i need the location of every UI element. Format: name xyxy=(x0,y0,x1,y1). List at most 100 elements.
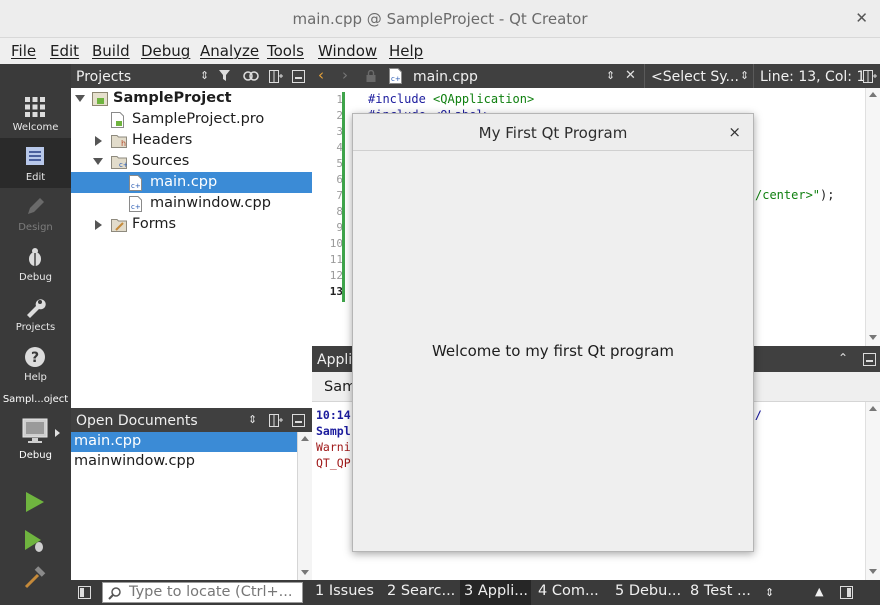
window-titlebar: main.cpp @ SampleProject - Qt Creator ✕ xyxy=(0,0,880,38)
application-output-tab[interactable]: 3 Appli... xyxy=(464,583,528,599)
close-pane-icon[interactable] xyxy=(863,353,876,366)
search-icon xyxy=(108,587,121,600)
run-button[interactable] xyxy=(23,490,47,518)
open-documents-list: main.cpp mainwindow.cpp xyxy=(71,432,312,580)
collapse-arrow-icon[interactable] xyxy=(93,158,103,165)
mode-edit[interactable]: Edit xyxy=(0,138,71,188)
status-bar: Type to locate (Ctrl+... 1 Issues 2 Sear… xyxy=(71,580,880,605)
dialog-close-button[interactable]: × xyxy=(728,123,741,141)
menu-debug[interactable]: Debug xyxy=(141,42,190,60)
menu-build[interactable]: Build xyxy=(92,42,130,60)
split-icon[interactable] xyxy=(269,414,283,427)
tree-item-mainwindow-cpp[interactable]: c+ mainwindow.cpp xyxy=(71,193,312,214)
symbol-select-arrows-icon[interactable]: ⇕ xyxy=(740,69,749,82)
tree-item-main-cpp[interactable]: c+ main.cpp xyxy=(71,172,312,193)
expand-arrow-icon[interactable] xyxy=(95,136,102,146)
kit-expand-icon xyxy=(55,429,60,437)
debugger-console-tab[interactable]: 5 Debu... xyxy=(615,583,681,599)
tree-item-label: Forms xyxy=(132,216,177,232)
scroll-up-icon[interactable] xyxy=(869,406,877,411)
issues-tab[interactable]: 1 Issues xyxy=(315,583,374,599)
grid-icon xyxy=(25,97,45,117)
output-scrollbar[interactable] xyxy=(865,402,880,580)
view-select-icon[interactable]: ⇕ xyxy=(248,413,257,426)
code-line-7-tail: /center>"); xyxy=(755,188,834,202)
window-close-button[interactable]: ✕ xyxy=(855,9,868,27)
menu-file[interactable]: File xyxy=(11,42,36,60)
svg-text:h: h xyxy=(121,139,126,148)
tree-item-label: Headers xyxy=(132,132,193,148)
cursor-position[interactable]: Line: 13, Col: 1 xyxy=(760,69,865,85)
open-doc-item[interactable]: main.cpp xyxy=(71,432,297,452)
more-tabs-icon[interactable]: ⇕ xyxy=(765,586,774,599)
kit-config-label: Debug xyxy=(19,450,52,461)
tree-item-forms[interactable]: Forms xyxy=(71,214,312,235)
mode-help[interactable]: ? Help xyxy=(0,338,71,388)
mode-design[interactable]: Design xyxy=(0,188,71,238)
pencil-icon xyxy=(28,198,44,214)
scroll-up-icon[interactable] xyxy=(869,92,877,97)
tree-item-label: SampleProject.pro xyxy=(132,111,265,127)
statement-end: ); xyxy=(820,188,835,202)
maximize-pane-icon[interactable]: ⌃ xyxy=(838,351,848,365)
scroll-down-icon[interactable] xyxy=(869,335,877,340)
toggle-output-icon[interactable] xyxy=(840,586,853,599)
forward-icon[interactable]: › xyxy=(342,66,348,84)
mode-welcome[interactable]: Welcome xyxy=(0,88,71,138)
menu-tools[interactable]: Tools xyxy=(267,42,304,60)
file-select-icon[interactable]: ⇕ xyxy=(606,69,615,82)
scrollbar[interactable] xyxy=(297,432,312,580)
menu-window[interactable]: Window xyxy=(318,42,377,60)
close-pane-icon[interactable] xyxy=(292,70,305,83)
tree-item-pro-file[interactable]: SampleProject.pro xyxy=(71,109,312,130)
editor-toolbar: ‹ › c+ main.cpp ⇕ ✕ <Select Sy... ⇕ Line… xyxy=(312,64,880,88)
tree-item-sources[interactable]: c+ Sources xyxy=(71,151,312,172)
editor-scrollbar[interactable] xyxy=(865,88,880,346)
debug-run-button[interactable] xyxy=(23,528,47,558)
dialog-titlebar[interactable]: My First Qt Program × xyxy=(353,114,753,151)
svg-text:?: ? xyxy=(31,350,39,366)
folder-headers-icon: h xyxy=(111,135,127,148)
scroll-down-icon[interactable] xyxy=(869,569,877,574)
editor-file-tab[interactable]: main.cpp xyxy=(413,69,478,85)
cpp-file-icon: c+ xyxy=(129,196,142,212)
projects-pane-title: Projects xyxy=(76,69,132,85)
locator-input[interactable]: Type to locate (Ctrl+... xyxy=(102,582,303,603)
output-up-icon[interactable]: ▲ xyxy=(815,585,823,598)
menu-edit[interactable]: Edit xyxy=(50,42,79,60)
split-icon[interactable] xyxy=(863,70,877,83)
symbol-select[interactable]: <Select Sy... xyxy=(651,69,739,85)
filter-icon[interactable] xyxy=(219,70,233,83)
cpp-file-icon: c+ xyxy=(389,68,402,84)
open-documents-header: Open Documents ⇕ xyxy=(71,408,312,432)
change-marker xyxy=(342,92,345,302)
menu-help[interactable]: Help xyxy=(389,42,423,60)
menu-analyze[interactable]: Analyze xyxy=(200,42,259,60)
link-icon[interactable] xyxy=(243,71,259,81)
kit-selector[interactable]: Debug xyxy=(0,412,71,461)
close-document-icon[interactable]: ✕ xyxy=(625,68,636,83)
view-select-icon[interactable]: ⇕ xyxy=(200,69,209,82)
build-button[interactable] xyxy=(23,566,47,594)
mode-debug[interactable]: Debug xyxy=(0,238,71,288)
back-icon[interactable]: ‹ xyxy=(318,66,324,84)
search-results-tab[interactable]: 2 Searc... xyxy=(387,583,455,599)
scroll-down-icon[interactable] xyxy=(301,570,309,575)
mode-projects[interactable]: Projects xyxy=(0,288,71,338)
tree-item-label: main.cpp xyxy=(150,174,218,190)
welcome-label: Welcome to my first Qt program xyxy=(431,342,675,360)
tree-item-headers[interactable]: h Headers xyxy=(71,130,312,151)
open-doc-item[interactable]: mainwindow.cpp xyxy=(71,452,297,472)
close-pane-icon[interactable] xyxy=(292,414,305,427)
tree-item-label: Sources xyxy=(132,153,190,169)
line-number: 12 xyxy=(329,269,343,282)
expand-arrow-icon[interactable] xyxy=(95,220,102,230)
expand-arrow-icon[interactable] xyxy=(75,95,85,102)
scroll-up-icon[interactable] xyxy=(301,436,309,441)
tree-item-project[interactable]: SampleProject xyxy=(71,88,312,109)
split-icon[interactable] xyxy=(269,70,283,83)
test-results-tab[interactable]: 8 Test ... xyxy=(690,583,751,599)
svg-text:c+: c+ xyxy=(131,203,141,211)
compile-output-tab[interactable]: 4 Com... xyxy=(538,583,599,599)
toggle-sidebar-icon[interactable] xyxy=(78,586,91,599)
